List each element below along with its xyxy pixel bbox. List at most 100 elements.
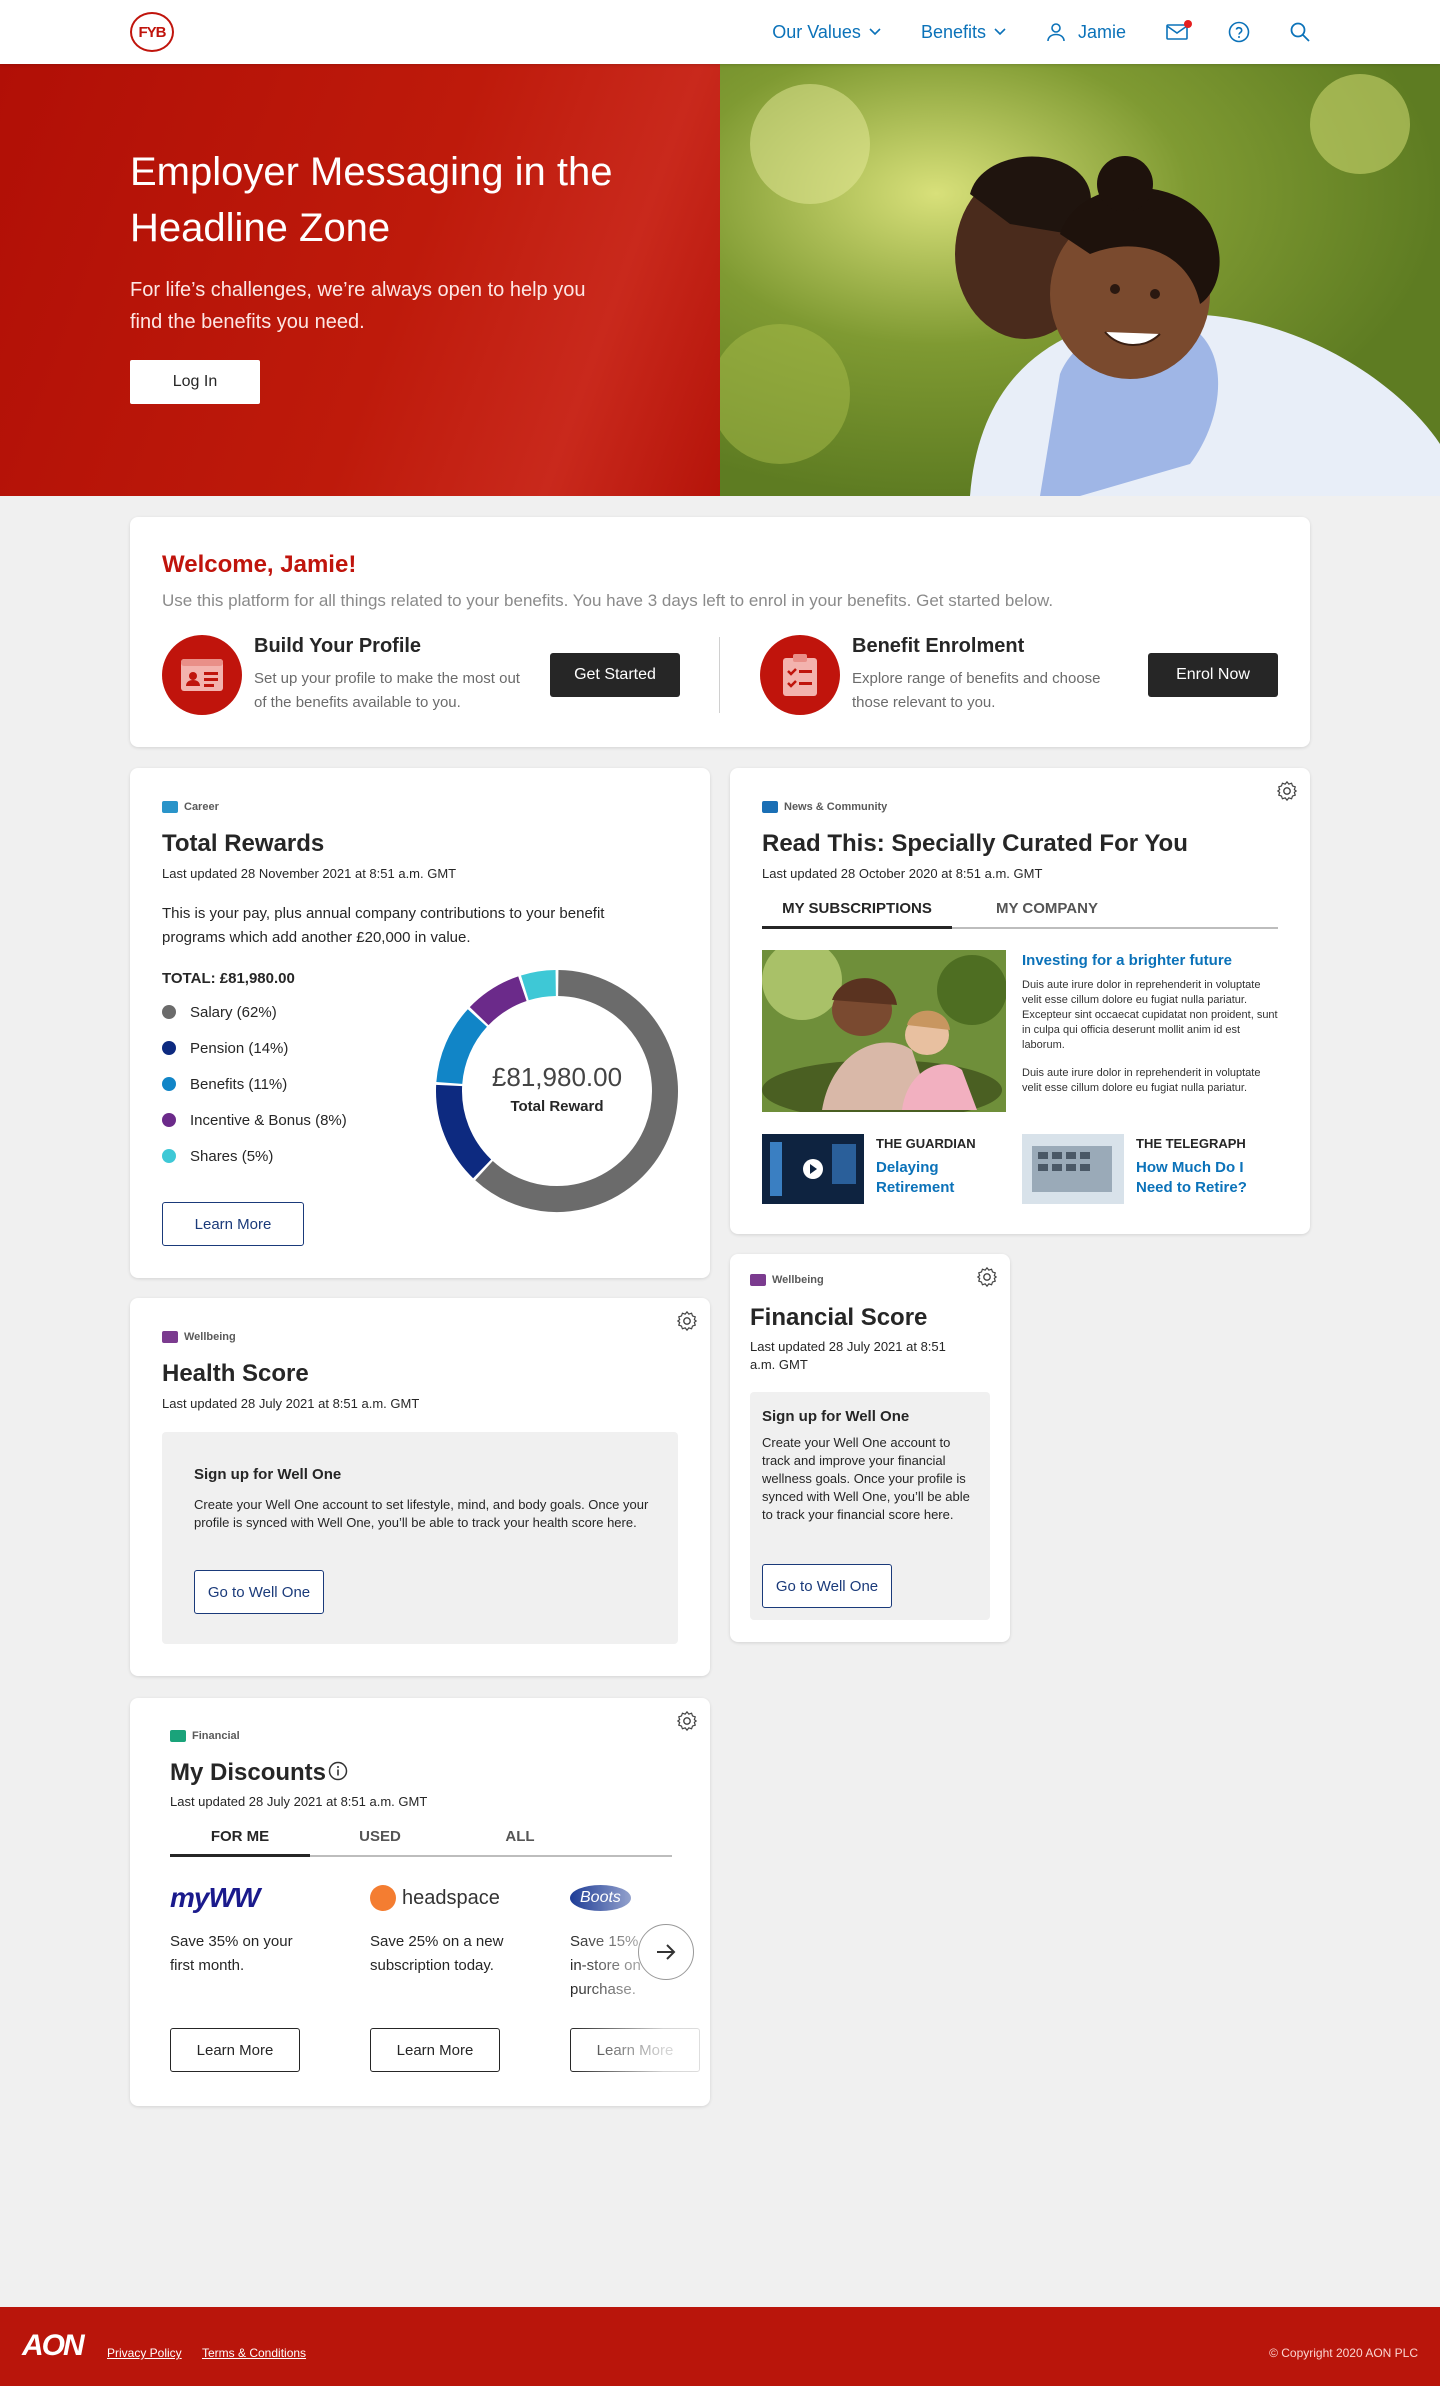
legend-swatch [162,1041,176,1055]
discounts-card: Financial My Discounts Last updated 28 J… [130,1698,710,2106]
enrol-now-button[interactable]: Enrol Now [1148,653,1278,697]
legend-swatch [162,1077,176,1091]
build-profile-text: Set up your profile to make the most out… [254,670,520,711]
news-updated: Last updated 28 October 2020 at 8:51 a.m… [762,866,1043,881]
carousel-next-button[interactable] [638,1924,694,1980]
settings-gear-icon[interactable] [676,1310,698,1332]
wellbeing-tag-label: Wellbeing [772,1274,824,1286]
legend-item: Shares (5%) [162,1138,347,1174]
offer-boots-learn-more-button[interactable]: Learn More [570,2028,700,2072]
donut-slice-incentive-bonus[interactable] [469,976,528,1026]
tab-my-company[interactable]: MY COMPANY [952,900,1142,927]
telegraph-headline: How Much Do I Need to Retire? [1136,1159,1247,1196]
wellbeing-icon [750,1274,766,1286]
settings-gear-icon[interactable] [976,1266,998,1288]
settings-gear-icon[interactable] [676,1710,698,1732]
tab-my-subscriptions[interactable]: MY SUBSCRIPTIONS [762,900,952,929]
guardian-thumbnail [762,1134,864,1204]
donut-slice-shares[interactable] [520,970,557,1001]
news-tag: News & Community [762,801,887,813]
legend-swatch [162,1149,176,1163]
news-item-telegraph[interactable]: THE TELEGRAPH How Much Do I Need to Reti… [1022,1134,1278,1204]
financial-tag-label: Financial [192,1730,240,1742]
tab-all[interactable]: ALL [450,1828,590,1855]
chevron-down-icon [994,28,1006,36]
gardening-feature-image[interactable] [762,950,1006,1112]
legend-item: Incentive & Bonus (8%) [162,1102,347,1138]
discounts-updated: Last updated 28 July 2021 at 8:51 a.m. G… [170,1794,428,1809]
headspace-logo: headspace [370,1878,540,1918]
career-tag-label: Career [184,801,219,813]
wellbeing-icon [162,1331,178,1343]
financial-signup-text: Create your Well One account to track an… [762,1435,970,1522]
nav-user-profile[interactable]: Jamie [1046,22,1126,43]
total-rewards-total: TOTAL: £81,980.00 [162,970,295,987]
legend-label: Pension (14%) [190,1039,289,1057]
offer-ww: myWW Save 35% on your first month. Learn… [170,1878,340,2078]
news-tabs: MY SUBSCRIPTIONS MY COMPANY [762,900,1278,929]
build-profile-section: Build Your Profile Set up your profile t… [162,635,682,715]
benefit-enrolment-section: Benefit Enrolment Explore range of benef… [760,635,1280,715]
login-button[interactable]: Log In [130,360,260,404]
health-go-to-well-one-button[interactable]: Go to Well One [194,1570,324,1614]
offer-headspace-text: Save 25% on a new subscription today. [370,1933,504,1974]
discounts-title: My Discounts [170,1759,327,1786]
aon-logo[interactable]: AON [22,2329,85,2363]
hero-subtitle: For life’s challenges, we’re always open… [130,279,586,333]
news-community-card: News & Community Read This: Specially Cu… [730,768,1310,1234]
boots-logo-text: Boots [570,1885,631,1911]
help-button[interactable] [1228,21,1250,43]
welcome-subtitle: Use this platform for all things related… [162,591,1054,610]
search-icon [1290,22,1310,42]
offer-ww-learn-more-button[interactable]: Learn More [170,2028,300,2072]
headspace-logo-text: headspace [402,1886,500,1909]
news-item-guardian[interactable]: THE GUARDIAN Delaying Retirement [762,1134,1012,1204]
settings-gear-icon[interactable] [1276,780,1298,802]
health-score-card: Wellbeing Health Score Last updated 28 J… [130,1298,710,1676]
get-started-button[interactable]: Get Started [550,653,680,697]
health-signup-box: Sign up for Well One Create your Well On… [162,1432,678,1644]
telegraph-thumbnail [1022,1134,1124,1204]
health-score-title: Health Score [162,1360,309,1387]
welcome-card: Welcome, Jamie! Use this platform for al… [130,517,1310,747]
money-icon [170,1730,186,1742]
terms-link[interactable]: Terms & Conditions [202,2346,306,2360]
fyb-logo[interactable]: FYB [130,12,174,52]
offer-boots: Boots Save 15% in-store on purchase. Lea… [570,1878,710,2078]
welcome-title: Welcome, Jamie! [162,551,357,578]
hero-image [720,64,1440,496]
clipboard-checklist-icon [760,635,840,715]
footer: AON Privacy Policy Terms & Conditions © … [0,2307,1440,2386]
info-icon[interactable] [328,1761,348,1781]
offer-boots-text: Save 15% in-store on purchase. [570,1933,641,1998]
father-daughter-photo [720,64,1440,496]
feature-headline[interactable]: Investing for a brighter future [1022,952,1278,969]
privacy-policy-link[interactable]: Privacy Policy [107,2346,182,2360]
career-icon [162,801,178,813]
legend-label: Incentive & Bonus (8%) [190,1111,347,1129]
rewards-learn-more-button[interactable]: Learn More [162,1202,304,1246]
health-signup-title: Sign up for Well One [194,1466,342,1483]
wellbeing-tag-label: Wellbeing [184,1331,236,1343]
nav-our-values[interactable]: Our Values [772,22,881,43]
ww-logo: myWW [170,1878,340,1918]
boots-logo: Boots [570,1878,710,1918]
tab-used[interactable]: USED [310,1828,450,1855]
guardian-headline: Delaying Retirement [876,1159,955,1196]
health-signup-text: Create your Well One account to set life… [194,1497,649,1530]
legend-item: Salary (62%) [162,994,347,1030]
nav-benefits[interactable]: Benefits [921,22,1006,43]
offer-headspace-learn-more-button[interactable]: Learn More [370,2028,500,2072]
search-button[interactable] [1290,22,1310,42]
financial-go-to-well-one-button[interactable]: Go to Well One [762,1564,892,1608]
offer-headspace: headspace Save 25% on a new subscription… [370,1878,540,2078]
financial-tag: Financial [170,1730,240,1742]
main-nav: Our Values Benefits Jamie [732,0,1310,64]
legend-label: Benefits (11%) [190,1075,288,1093]
telegraph-source: THE TELEGRAPH [1136,1136,1246,1151]
hero-banner: Employer Messaging in the Headline Zone … [0,64,1440,496]
wellbeing-tag: Wellbeing [750,1274,824,1286]
benefit-enrolment-text: Explore range of benefits and choose tho… [852,670,1101,711]
messages-button[interactable] [1166,20,1192,41]
tab-for-me[interactable]: FOR ME [170,1828,310,1857]
